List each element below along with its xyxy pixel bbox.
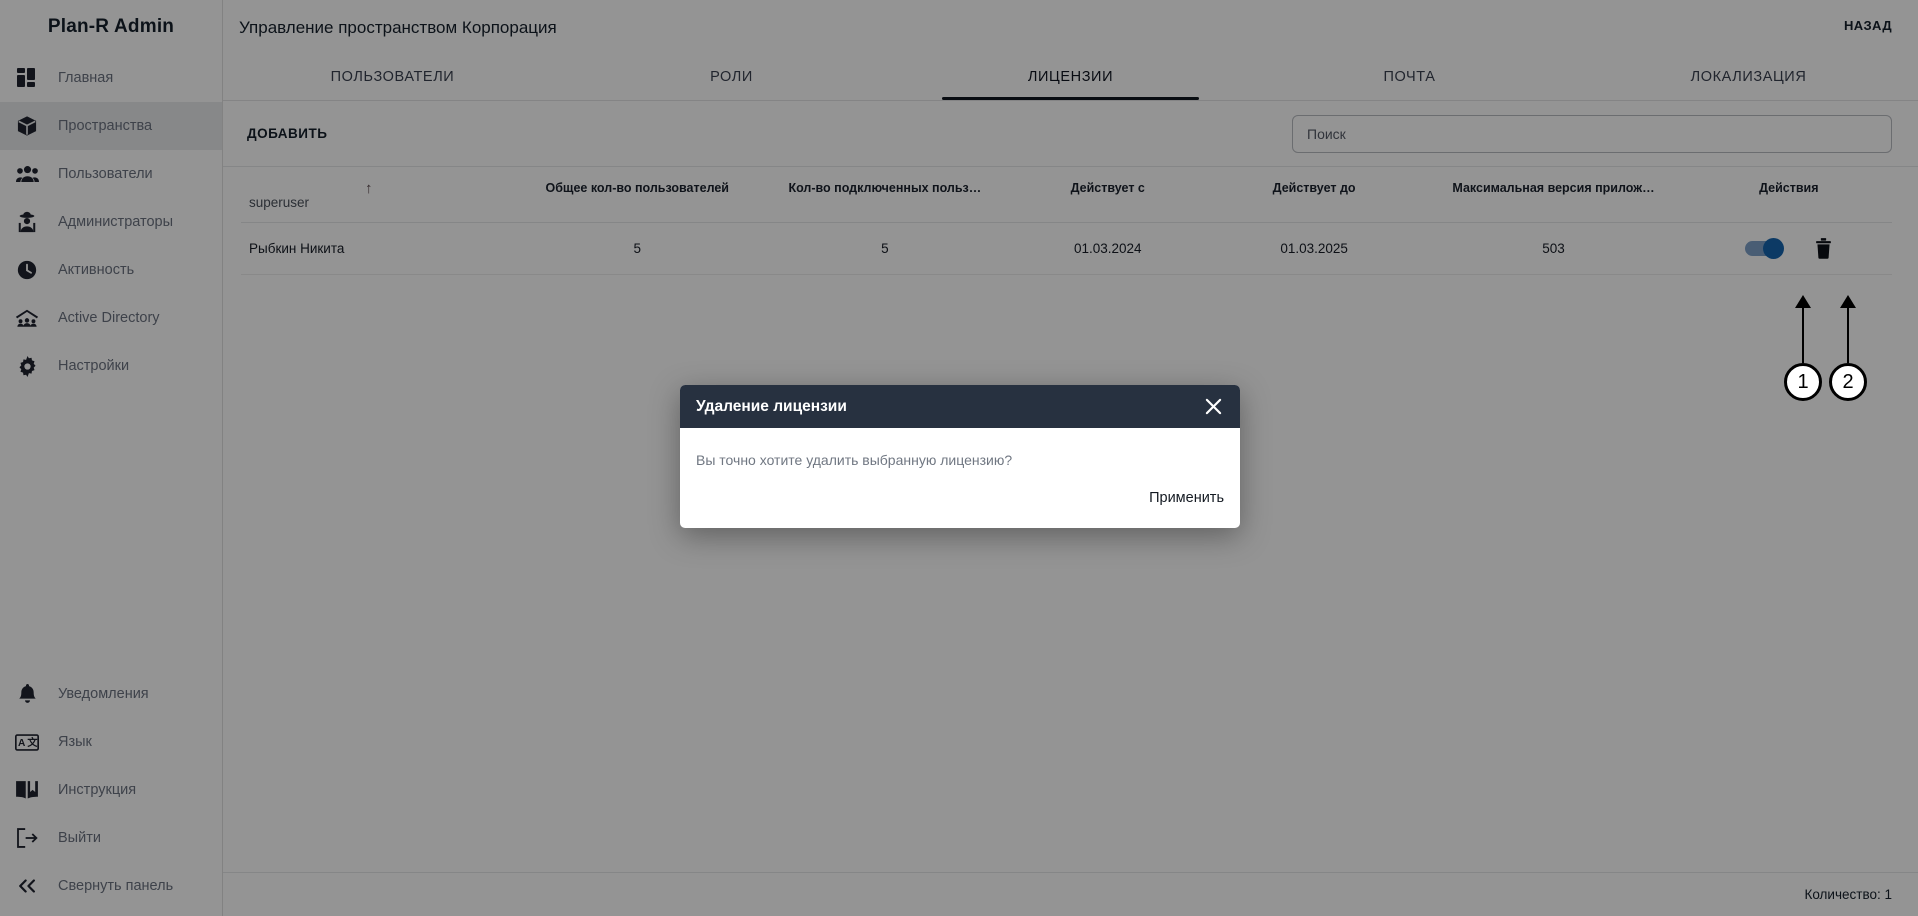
annotation-2-line	[1846, 307, 1849, 363]
apply-button[interactable]: Применить	[1149, 490, 1224, 506]
annotation-2-badge: 2	[1829, 363, 1867, 401]
dialog-footer: Применить	[680, 478, 1240, 528]
admin-app: Plan-R Admin Главная Пространства Пользо…	[0, 0, 1918, 916]
annotation-1-badge: 1	[1784, 363, 1822, 401]
dialog-title: Удаление лицензии	[696, 397, 847, 415]
dialog-body: Вы точно хотите удалить выбранную лиценз…	[680, 428, 1240, 478]
dialog-header: Удаление лицензии	[680, 385, 1240, 428]
close-icon[interactable]	[1202, 396, 1224, 418]
annotation-1-line	[1801, 307, 1804, 363]
delete-license-dialog: Удаление лицензии Вы точно хотите удалит…	[680, 385, 1240, 528]
dialog-message: Вы точно хотите удалить выбранную лиценз…	[696, 452, 1013, 468]
